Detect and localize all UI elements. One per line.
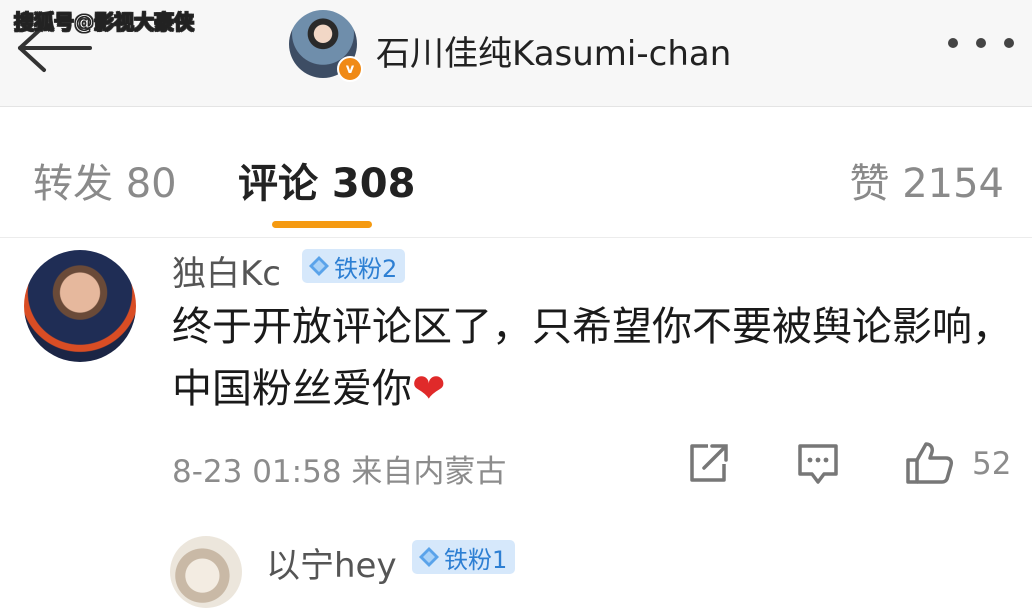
avatar[interactable] [170,536,242,608]
top-bar: 搜狐号@影视大豪侠 v 石川佳纯Kasumi-chan [0,0,1032,107]
like-count: 52 [972,446,1012,482]
profile-avatar[interactable]: v [289,10,363,82]
reply-comment-icon[interactable] [796,440,840,486]
verified-badge-icon: v [337,56,363,82]
tab-reposts[interactable]: 转发 80 [33,151,177,209]
diamond-icon [419,547,439,567]
diamond-icon [309,256,329,276]
comment-item: 以宁hey 铁粉1 [0,528,1032,608]
fan-badge-label: 铁粉1 [444,545,508,574]
comment-username[interactable]: 以宁hey [266,538,397,587]
comment-username[interactable]: 独白Kc [172,246,281,295]
avatar[interactable] [24,250,136,362]
tab-bar: 转发 80 评论 308 赞 2154 [0,107,1032,238]
share-icon[interactable] [686,440,730,486]
more-options-icon[interactable] [946,34,1016,54]
comment-item: 独白Kc 铁粉2 终于开放评论区了，只希望你不要被舆论影响，中国粉丝爱你❤ 8-… [0,238,1032,508]
heart-emoji-icon: ❤ [412,366,446,412]
profile-name[interactable]: 石川佳纯Kasumi-chan [376,26,731,75]
fan-badge: 铁粉1 [412,540,516,574]
comment-meta: 8-23 01:58 来自内蒙古 [172,454,507,490]
comment-text: 终于开放评论区了，只希望你不要被舆论影响，中国粉丝爱你❤ [172,304,1012,412]
watermark: 搜狐号@影视大豪侠 [14,10,195,35]
tab-comments[interactable]: 评论 308 [238,151,415,209]
active-tab-indicator [272,221,372,228]
thumbs-up-icon[interactable] [904,440,954,486]
tab-likes[interactable]: 赞 2154 [849,151,1004,209]
fan-badge: 铁粉2 [302,249,406,283]
fan-badge-label: 铁粉2 [334,254,398,283]
